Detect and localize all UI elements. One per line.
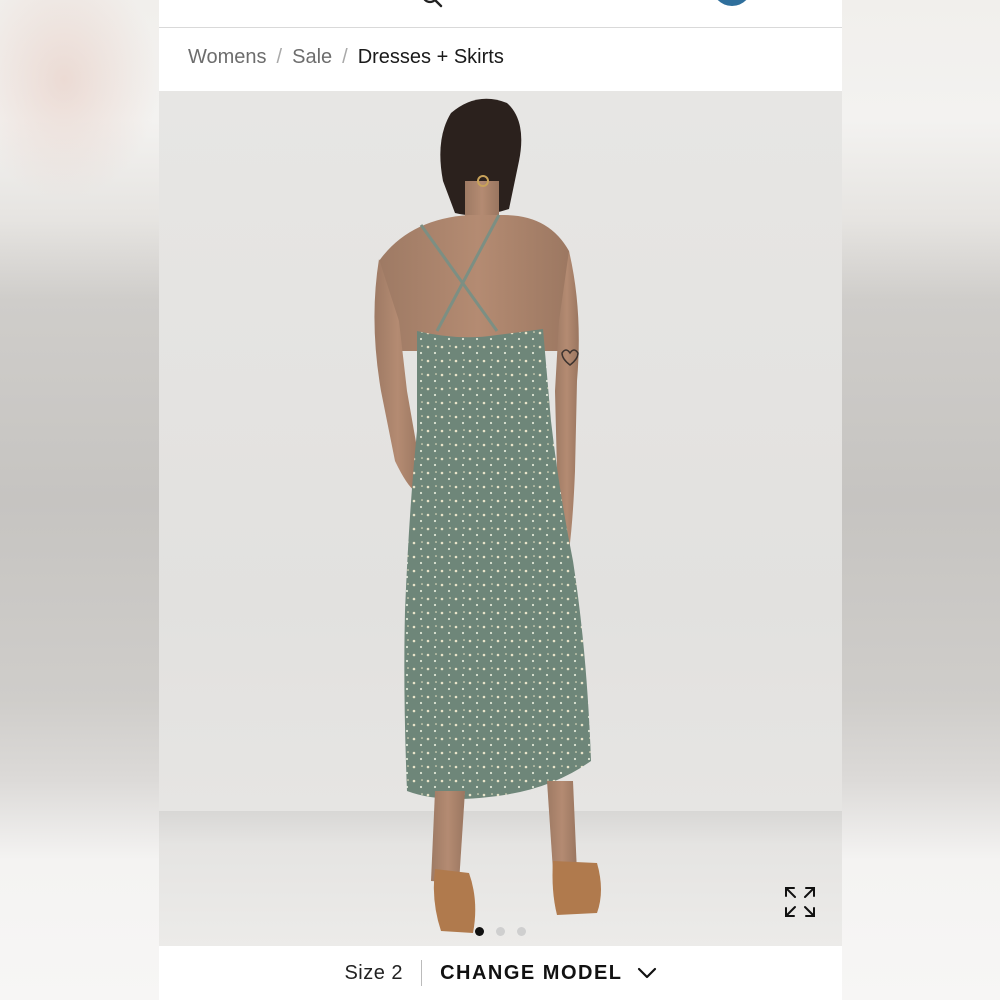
product-photo-model-in-slip-dress: [374, 98, 601, 933]
breadcrumb-separator: /: [276, 45, 283, 68]
product-image-gallery[interactable]: [159, 91, 842, 946]
account-icon[interactable]: [712, 0, 752, 6]
breadcrumb-dresses-skirts[interactable]: Dresses + Skirts: [358, 46, 504, 69]
size-divider: [421, 960, 423, 986]
top-navigation-bar: [159, 0, 842, 28]
gallery-dot-3[interactable]: [517, 927, 526, 936]
gallery-pagination: [159, 927, 842, 937]
change-model-label: CHANGE MODEL: [440, 961, 623, 984]
expand-icon[interactable]: [783, 885, 817, 919]
backdrop-glow: [0, 0, 160, 200]
model-size-label: Size 2: [344, 961, 404, 984]
gallery-dot-2[interactable]: [496, 927, 505, 936]
breadcrumb-sale[interactable]: Sale: [292, 46, 332, 69]
model-size-bar: Size 2 CHANGE MODEL: [159, 946, 842, 1000]
change-model-button[interactable]: CHANGE MODEL: [440, 962, 656, 985]
breadcrumb: Womens / Sale / Dresses + Skirts: [188, 44, 504, 70]
search-icon[interactable]: [421, 0, 443, 8]
product-page: Womens / Sale / Dresses + Skirts Size 2 …: [159, 0, 842, 1000]
gallery-dot-1[interactable]: [475, 927, 484, 936]
breadcrumb-womens[interactable]: Womens: [188, 46, 267, 69]
chevron-down-icon: [637, 967, 656, 979]
breadcrumb-separator: /: [342, 45, 348, 68]
